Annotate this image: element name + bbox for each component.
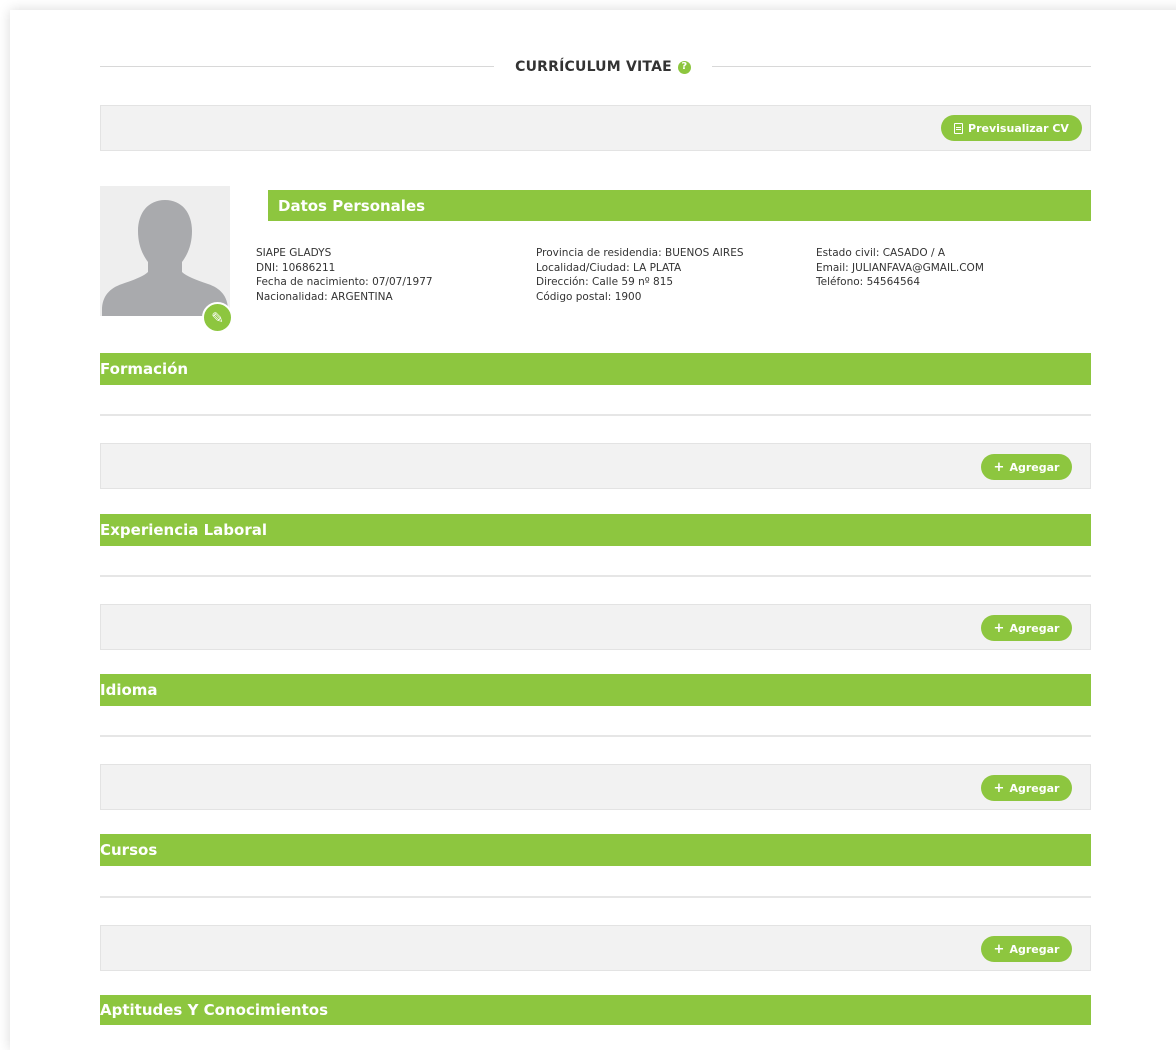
section-divider xyxy=(100,414,1091,416)
birth-row: Fecha de nacimiento: 07/07/1977 xyxy=(256,276,433,288)
section-title: Idioma xyxy=(100,681,158,699)
civil-value: CASADO / A xyxy=(882,247,946,259)
page-title-text: CURRÍCULUM VITAE xyxy=(515,59,672,75)
dni-row: DNI: 10686211 xyxy=(256,261,336,274)
postal-value: 1900 xyxy=(614,290,642,303)
section-title: Formación xyxy=(100,360,189,378)
civil-row: Estado civil: CASADO / A xyxy=(816,247,946,259)
section-divider xyxy=(100,896,1091,898)
toolbar-bar: Previsualizar CV xyxy=(100,105,1091,151)
section-title: Cursos xyxy=(100,841,158,859)
user-silhouette-icon xyxy=(102,200,228,316)
email-row: Email: JULIANFAVA@GMAIL.COM xyxy=(816,261,984,274)
postal-row: Código postal: 1900 xyxy=(536,290,642,303)
email-value: JULIANFAVA@GMAIL.COM xyxy=(852,261,984,274)
personal-col-3: Estado civil: CASADO / A Email: JULIANFA… xyxy=(816,246,984,290)
pencil-icon: ✎ xyxy=(211,308,224,327)
city-row: Localidad/Ciudad: LA PLATA xyxy=(536,261,682,274)
section-bar-cursos: + Agregar xyxy=(100,925,1091,971)
add-idioma-button[interactable]: + Agregar xyxy=(981,775,1072,801)
nationality-value: ARGENTINA xyxy=(330,290,393,303)
personal-col-1: SIAPE GLADYS DNI: 10686211 Fecha de naci… xyxy=(256,246,433,304)
add-experiencia-button[interactable]: + Agregar xyxy=(981,615,1072,641)
section-bar-idioma: + Agregar xyxy=(100,764,1091,810)
add-label: Agregar xyxy=(1009,942,1060,956)
preview-cv-button[interactable]: Previsualizar CV xyxy=(941,115,1082,141)
personal-col-2: Provincia de residendia: BUENOS AIRES Lo… xyxy=(536,246,744,304)
plus-icon: + xyxy=(993,941,1005,957)
section-header-idioma: Idioma xyxy=(100,674,1091,706)
birth-value: 07/07/1977 xyxy=(372,276,433,288)
add-label: Agregar xyxy=(1009,460,1060,474)
personal-data-title: Datos Personales xyxy=(278,196,426,215)
section-bar-formacion: + Agregar xyxy=(100,443,1091,489)
dni-value: 10686211 xyxy=(281,261,336,274)
personal-data-header: Datos Personales xyxy=(268,190,1091,221)
add-label: Agregar xyxy=(1009,781,1060,795)
nationality-row: Nacionalidad: ARGENTINA xyxy=(256,290,393,303)
plus-icon: + xyxy=(993,459,1005,475)
title-divider-right xyxy=(712,66,1091,67)
section-title: Experiencia Laboral xyxy=(100,521,267,539)
section-header-aptitudes: Aptitudes Y Conocimientos xyxy=(100,995,1091,1025)
section-bar-experiencia: + Agregar xyxy=(100,604,1091,650)
add-label: Agregar xyxy=(1009,621,1060,635)
title-divider-left xyxy=(100,66,494,67)
page-title: CURRÍCULUM VITAE ? xyxy=(500,55,706,79)
address-value: Calle 59 nº 815 xyxy=(591,276,674,288)
address-row: Dirección: Calle 59 nº 815 xyxy=(536,276,674,288)
section-divider xyxy=(100,575,1091,577)
add-formacion-button[interactable]: + Agregar xyxy=(981,454,1072,480)
city-value: LA PLATA xyxy=(632,261,682,274)
question-circle-icon[interactable]: ? xyxy=(677,60,691,74)
province-row: Provincia de residendia: BUENOS AIRES xyxy=(536,247,744,259)
cv-title-row: CURRÍCULUM VITAE ? xyxy=(100,55,1091,79)
plus-icon: + xyxy=(993,620,1005,636)
document-icon xyxy=(954,122,964,134)
add-cursos-button[interactable]: + Agregar xyxy=(981,936,1072,962)
phone-value: 54564564 xyxy=(866,276,921,288)
avatar xyxy=(100,186,230,316)
section-title: Aptitudes Y Conocimientos xyxy=(100,1001,329,1019)
section-divider xyxy=(100,735,1091,737)
section-header-formacion: Formación xyxy=(100,353,1091,385)
province-value: BUENOS AIRES xyxy=(664,247,744,259)
section-header-cursos: Cursos xyxy=(100,834,1091,866)
preview-cv-label: Previsualizar CV xyxy=(968,121,1069,135)
edit-photo-button[interactable]: ✎ xyxy=(202,302,233,333)
person-name: SIAPE GLADYS xyxy=(256,247,332,259)
phone-row: Teléfono: 54564564 xyxy=(816,276,921,288)
plus-icon: + xyxy=(993,780,1005,796)
section-header-experiencia: Experiencia Laboral xyxy=(100,514,1091,546)
